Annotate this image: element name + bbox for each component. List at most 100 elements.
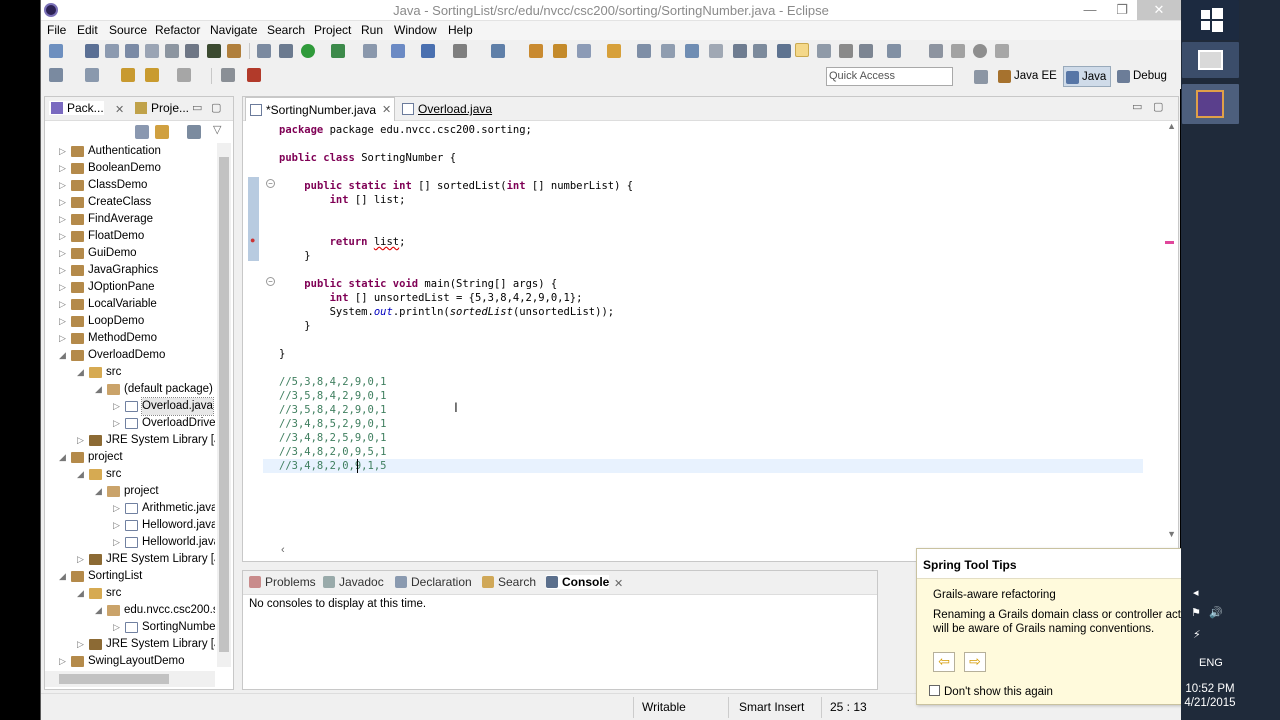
expand-arrow-icon[interactable]: ▷: [59, 313, 69, 330]
forward-icon[interactable]: [177, 68, 191, 82]
resume-icon[interactable]: [929, 44, 943, 58]
scroll-left-icon[interactable]: ‹: [281, 544, 285, 556]
deploy-icon[interactable]: [227, 44, 241, 58]
close-tab-icon[interactable]: ✕: [614, 577, 623, 590]
collapse-all-icon[interactable]: [135, 125, 149, 139]
back-icon[interactable]: [121, 68, 135, 82]
minimize-button[interactable]: —: [1075, 0, 1105, 20]
expand-arrow-icon[interactable]: ◢: [59, 568, 69, 585]
tool-a-icon[interactable]: [637, 44, 651, 58]
overview-ruler[interactable]: ▲ ▼: [1162, 121, 1178, 541]
scroll-down-icon[interactable]: ▼: [1167, 529, 1176, 539]
minimize-view-icon[interactable]: ▭: [1132, 100, 1142, 113]
terminate-icon[interactable]: [973, 44, 987, 58]
spring-refresh-icon[interactable]: [247, 68, 261, 82]
new-class-icon[interactable]: [453, 44, 467, 58]
explorer-vertical-scrollbar[interactable]: [217, 143, 231, 667]
expand-arrow-icon[interactable]: ▷: [59, 330, 69, 347]
warning-icon[interactable]: ●: [250, 235, 255, 245]
tab-project-explorer[interactable]: Proje...: [133, 101, 189, 115]
clock[interactable]: 10:52 PM 4/21/2015: [1181, 682, 1239, 710]
external-tools-icon[interactable]: [363, 44, 377, 58]
open-type-hierarchy-icon[interactable]: [607, 44, 621, 58]
maximize-view-icon[interactable]: ▢: [211, 101, 221, 114]
tool-b-icon[interactable]: [661, 44, 675, 58]
flag-icon[interactable]: ⚑: [1191, 606, 1201, 619]
error-marker-icon[interactable]: [1165, 241, 1174, 244]
expand-arrow-icon[interactable]: ▷: [77, 551, 87, 568]
expand-arrow-icon[interactable]: ▷: [113, 534, 123, 551]
block-select-icon[interactable]: [859, 44, 873, 58]
maximize-view-icon[interactable]: ▢: [1153, 100, 1163, 113]
new-server-icon[interactable]: [391, 44, 405, 58]
explorer-taskbar-button[interactable]: [1182, 42, 1239, 78]
menu-refactor[interactable]: Refactor: [155, 23, 200, 37]
dont-show-again-checkbox[interactable]: Don't show this again: [929, 685, 1053, 698]
tool-c-icon[interactable]: [685, 44, 699, 58]
expand-arrow-icon[interactable]: ◢: [95, 483, 105, 500]
menu-file[interactable]: File: [47, 23, 66, 37]
start-button[interactable]: [1182, 0, 1239, 40]
scrollbar-thumb[interactable]: [219, 157, 229, 652]
tab-javadoc[interactable]: Javadoc: [323, 575, 384, 589]
expand-arrow-icon[interactable]: ▷: [59, 245, 69, 262]
perspective-java-ee[interactable]: Java EE: [996, 66, 1058, 87]
next-tip-button[interactable]: ⇨: [964, 652, 986, 672]
spring-icon[interactable]: [491, 44, 505, 58]
tool-d-icon[interactable]: [709, 44, 723, 58]
expand-arrow-icon[interactable]: ▷: [113, 619, 123, 636]
menu-run[interactable]: Run: [361, 23, 383, 37]
tab-overload-java[interactable]: Overload.java: [398, 97, 508, 121]
menu-navigate[interactable]: Navigate: [210, 23, 257, 37]
expand-arrow-icon[interactable]: ▷: [59, 228, 69, 245]
fold-toggle-icon[interactable]: −: [266, 277, 275, 286]
coverage-icon[interactable]: [331, 44, 345, 58]
expand-arrow-icon[interactable]: ◢: [59, 347, 69, 364]
tab-search[interactable]: Search: [482, 575, 536, 589]
tab-console[interactable]: Console: [546, 575, 610, 589]
expand-arrow-icon[interactable]: ◢: [77, 364, 87, 381]
close-window-button[interactable]: ✕: [1137, 0, 1181, 20]
open-type-icon[interactable]: [165, 44, 179, 58]
next-annotation-icon[interactable]: [887, 44, 901, 58]
perspective-java[interactable]: Java: [1063, 66, 1111, 87]
suspend-icon[interactable]: [951, 44, 965, 58]
close-tab-icon[interactable]: ✕: [115, 103, 124, 116]
menu-project[interactable]: Project: [314, 23, 351, 37]
expand-arrow-icon[interactable]: ▷: [59, 262, 69, 279]
menu-search[interactable]: Search: [267, 23, 305, 37]
expand-arrow-icon[interactable]: ▷: [59, 177, 69, 194]
tool-f-icon[interactable]: [753, 44, 767, 58]
scrollbar-thumb[interactable]: [59, 674, 169, 684]
expand-arrow-icon[interactable]: ▷: [113, 398, 123, 415]
expand-arrow-icon[interactable]: ▷: [59, 653, 69, 667]
expand-arrow-icon[interactable]: ▷: [59, 143, 69, 160]
new-java-project-icon[interactable]: [421, 44, 435, 58]
show-whitespace-icon[interactable]: [839, 44, 853, 58]
debug-icon[interactable]: [279, 44, 293, 58]
checkbox-icon[interactable]: [929, 685, 940, 696]
toggle-mark-icon[interactable]: [777, 44, 791, 58]
menu-window[interactable]: Window: [394, 23, 437, 37]
language-indicator[interactable]: ENG: [1199, 657, 1223, 669]
new-icon[interactable]: [49, 44, 63, 58]
open-task-icon[interactable]: [145, 44, 159, 58]
back-history-icon[interactable]: [145, 68, 159, 82]
open-perspective-icon[interactable]: [974, 70, 988, 84]
view-menu-icon[interactable]: ▽: [213, 123, 221, 136]
expand-arrow-icon[interactable]: ▷: [59, 211, 69, 228]
scroll-up-icon[interactable]: ▲: [1167, 121, 1176, 131]
open-folder-icon[interactable]: [529, 44, 543, 58]
skip-breakpoints-icon[interactable]: [257, 44, 271, 58]
fold-toggle-icon[interactable]: −: [266, 179, 275, 188]
expand-arrow-icon[interactable]: ▷: [59, 279, 69, 296]
print-icon[interactable]: [125, 44, 139, 58]
search-tool-icon[interactable]: [577, 44, 591, 58]
run-icon[interactable]: [301, 44, 315, 58]
close-tab-icon[interactable]: ✕: [382, 98, 391, 122]
server-icon[interactable]: [207, 44, 221, 58]
tab-sortingnumber-java[interactable]: *SortingNumber.java ✕: [245, 97, 395, 121]
previous-tip-button[interactable]: ⇦: [933, 652, 955, 672]
terminal-icon[interactable]: [185, 44, 199, 58]
tab-problems[interactable]: Problems: [249, 575, 316, 589]
